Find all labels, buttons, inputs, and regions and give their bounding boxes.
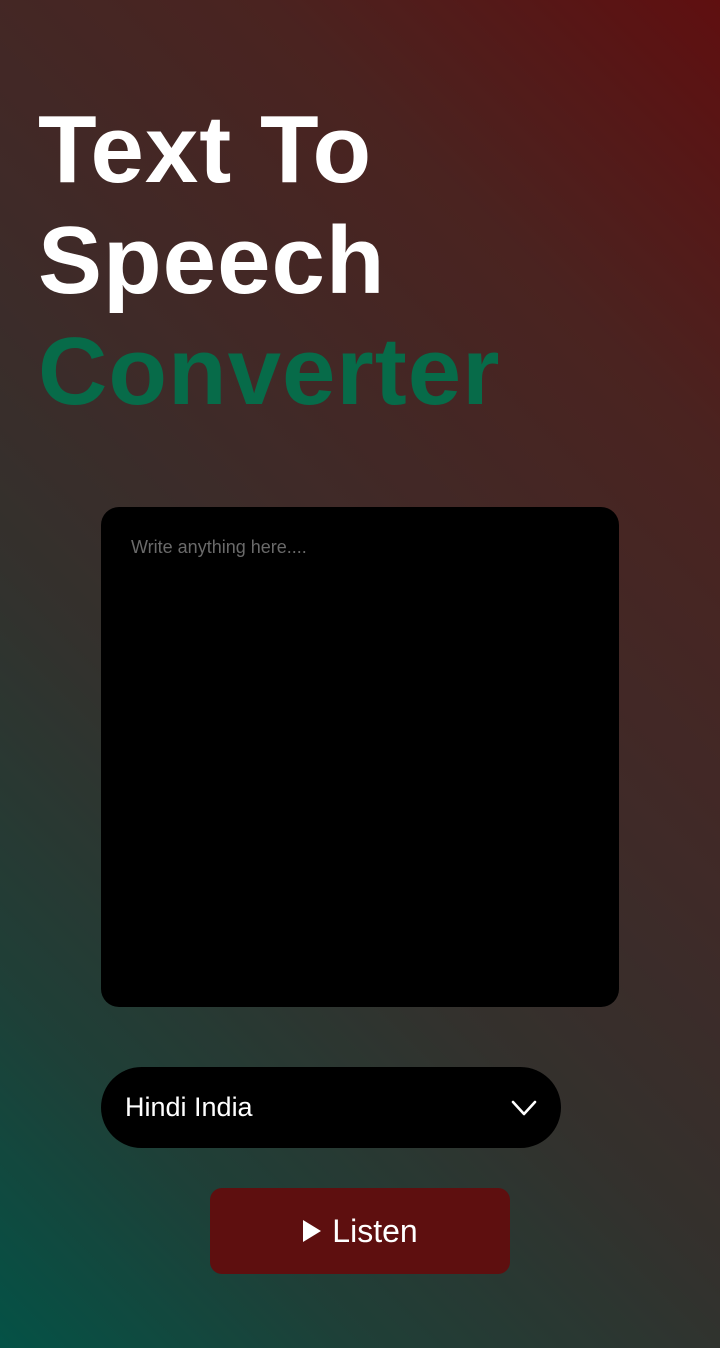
voice-select-value: Hindi India: [125, 1092, 253, 1122]
voice-select[interactable]: Hindi India: [101, 1067, 561, 1148]
listen-button-label: Listen: [332, 1212, 418, 1249]
chevron-down-icon: [511, 1099, 537, 1117]
title-line-1: Text To: [38, 96, 373, 203]
title-line-2: Speech: [38, 207, 386, 314]
play-icon: [302, 1219, 322, 1243]
title-line-3: Converter: [38, 318, 501, 425]
page-title: Text To Speech Converter: [38, 94, 500, 427]
listen-button[interactable]: Listen: [210, 1188, 510, 1274]
text-input[interactable]: [101, 507, 619, 1007]
